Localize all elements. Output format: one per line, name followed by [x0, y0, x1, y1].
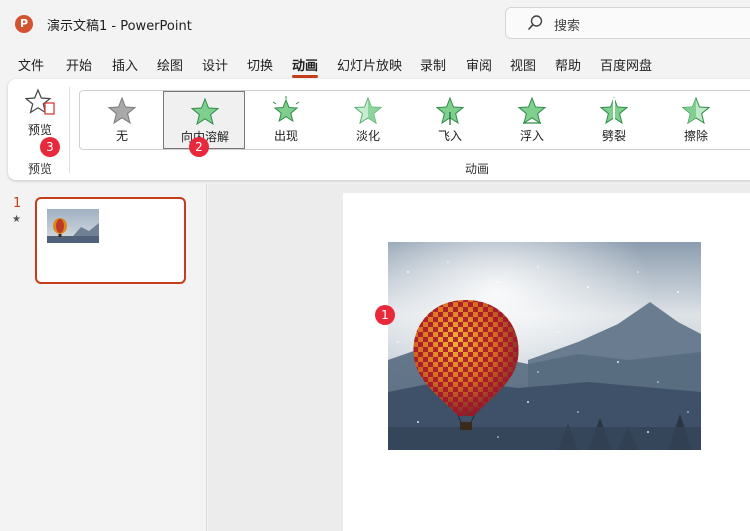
preview-star-icon — [25, 88, 55, 115]
search-placeholder: 搜索 — [554, 19, 581, 34]
tab-view[interactable]: 视图 — [510, 55, 536, 74]
animation-indicator-icon: ★ — [12, 214, 21, 225]
thumbnail-image — [47, 209, 99, 243]
tab-animations[interactable]: 动画 — [292, 55, 319, 78]
star-float-in-icon — [517, 96, 547, 125]
step-badge-2: 2 — [189, 137, 209, 157]
tab-slideshow[interactable]: 幻灯片放映 — [337, 55, 402, 74]
anim-fly-in[interactable]: 飞入 — [409, 91, 491, 149]
tab-review[interactable]: 审阅 — [466, 55, 492, 74]
tab-record[interactable]: 录制 — [420, 55, 446, 74]
anim-appear[interactable]: 出现 — [245, 91, 327, 149]
anim-fade[interactable]: 淡化 — [327, 91, 409, 149]
anim-label: 飞入 — [437, 129, 462, 143]
animations-ribbon: 预览 预览 无 向内溶解 出现 淡化 飞入 浮入 劈裂 擦除 动画 — [8, 79, 750, 180]
tab-file[interactable]: 文件 — [18, 55, 44, 74]
star-fly-in-icon — [435, 96, 465, 125]
preview-group-label: 预览 — [28, 162, 53, 176]
anim-split[interactable]: 劈裂 — [573, 91, 655, 149]
tab-home[interactable]: 开始 — [66, 55, 92, 74]
tab-help[interactable]: 帮助 — [555, 55, 581, 74]
star-split-icon — [599, 96, 629, 125]
anim-label: 淡化 — [355, 129, 380, 143]
tab-draw[interactable]: 绘图 — [157, 55, 183, 74]
title-bar: P 演示文稿1 - PowerPoint 搜索 — [0, 0, 750, 46]
star-none-icon — [107, 96, 137, 125]
hot-air-balloon-picture[interactable] — [388, 242, 701, 450]
anim-label: 浮入 — [519, 129, 544, 143]
slide[interactable] — [343, 193, 750, 531]
anim-label: 劈裂 — [601, 129, 626, 143]
slide-thumbnail-pane: 1 ★ — [0, 184, 207, 531]
search-input[interactable]: 搜索 — [505, 7, 750, 39]
ribbon-tabs: 文件 开始 插入 绘图 设计 切换 动画 幻灯片放映 录制 审阅 视图 帮助 百… — [0, 50, 750, 78]
animation-gallery: 无 向内溶解 出现 淡化 飞入 浮入 劈裂 擦除 — [79, 90, 750, 150]
step-badge-3: 3 — [40, 137, 60, 157]
anim-float-in[interactable]: 浮入 — [491, 91, 573, 149]
star-dissolve-in-icon — [190, 97, 220, 126]
anim-label: 擦除 — [683, 129, 708, 143]
anim-label: 无 — [115, 129, 128, 143]
document-title: 演示文稿1 - PowerPoint — [47, 19, 192, 34]
powerpoint-logo-icon: P — [15, 15, 33, 33]
anim-wipe[interactable]: 擦除 — [655, 91, 737, 149]
anim-label: 出现 — [273, 129, 298, 143]
preview-label: 预览 — [28, 123, 53, 137]
tab-design[interactable]: 设计 — [202, 55, 228, 74]
search-icon — [527, 15, 543, 31]
anim-none[interactable]: 无 — [81, 91, 163, 149]
animation-group-label: 动画 — [465, 162, 490, 176]
slide-thumbnail[interactable] — [35, 197, 186, 284]
tab-insert[interactable]: 插入 — [112, 55, 138, 74]
group-divider — [69, 87, 70, 173]
step-badge-1: 1 — [375, 305, 395, 325]
slide-number: 1 — [13, 196, 22, 211]
tab-transitions[interactable]: 切换 — [247, 55, 273, 74]
star-appear-icon — [272, 96, 300, 123]
slide-editing-area — [208, 184, 750, 531]
star-fade-icon — [353, 96, 383, 125]
star-wipe-icon — [681, 96, 711, 125]
tab-baidu-netdisk[interactable]: 百度网盘 — [600, 55, 652, 74]
